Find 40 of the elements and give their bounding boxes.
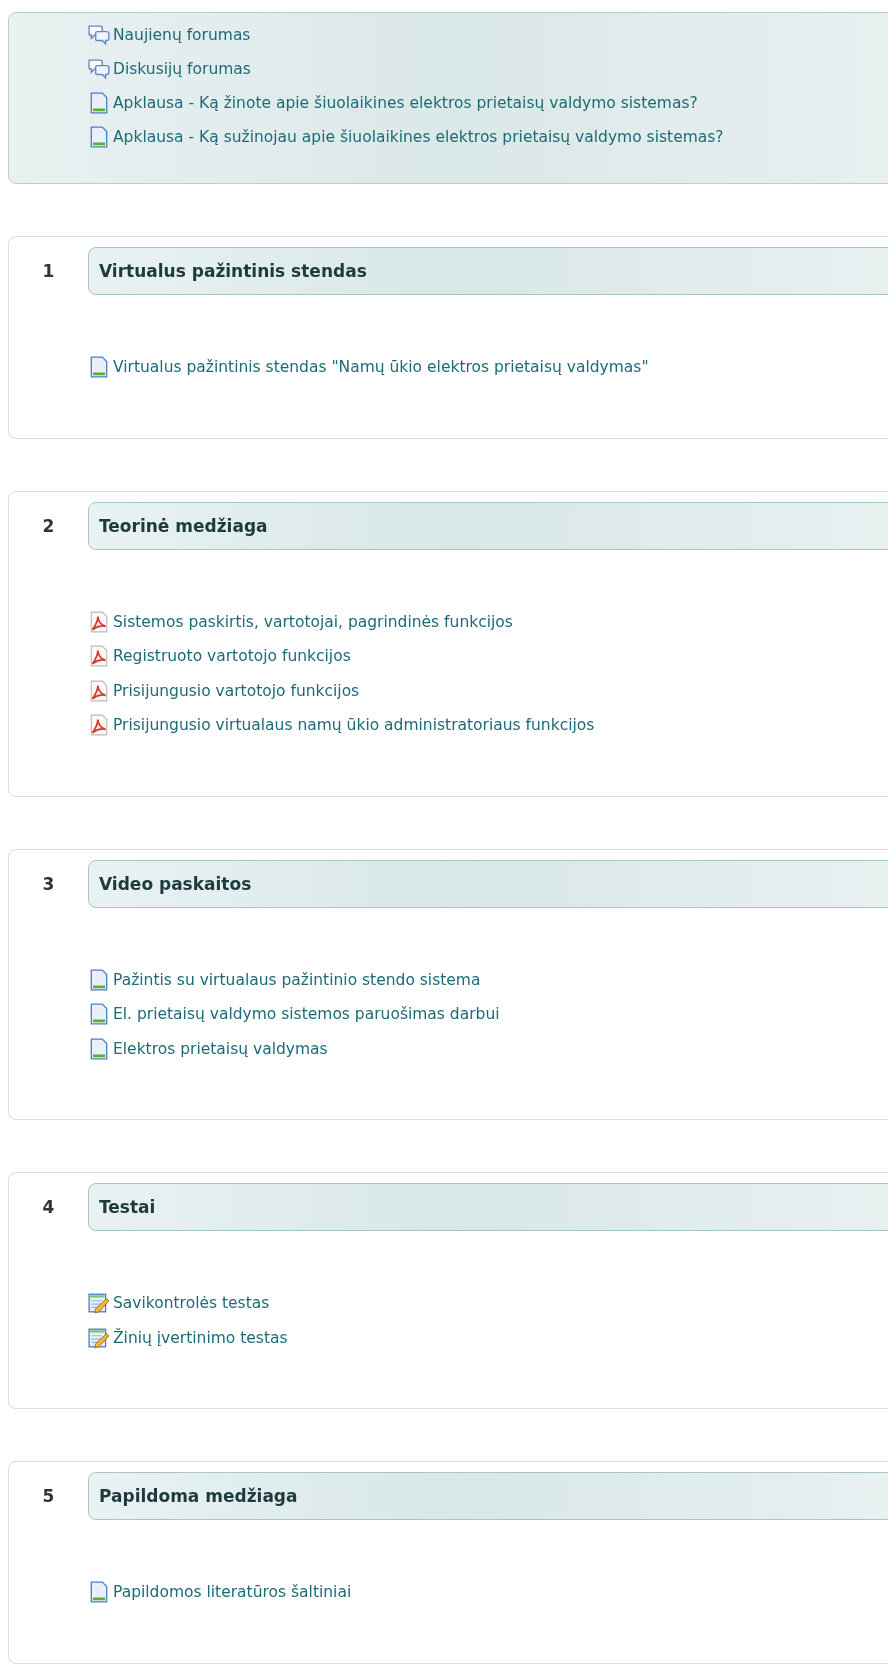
document-icon <box>88 1003 110 1026</box>
pdf-icon <box>88 645 110 668</box>
section-number: 5 <box>42 1486 55 1506</box>
document-icon <box>88 92 110 114</box>
document-icon <box>88 968 110 991</box>
section-title: Video paskaitos <box>99 873 252 894</box>
speech-bubbles-icon <box>88 24 110 46</box>
activity-link[interactable]: Papildomos literatūros šaltiniai <box>113 1583 352 1602</box>
pdf-icon <box>88 679 110 702</box>
activity-link[interactable]: Registruoto vartotojo funkcijos <box>113 647 351 666</box>
section-title: Virtualus pažintinis stendas <box>99 261 367 281</box>
section-title: Teorinė medžiaga <box>99 515 268 536</box>
section-title: Testai <box>99 1197 156 1217</box>
activity-link[interactable]: El. prietaisų valdymo sistemos paruošimas darbui <box>113 1005 500 1024</box>
activity-link[interactable]: Žinių įvertinimo testas <box>113 1328 288 1347</box>
activity-link[interactable]: Sistemos paskirtis, vartotojai, pagrindinės funkcijos <box>113 612 513 631</box>
speech-bubbles-icon <box>88 58 110 80</box>
section-number: 2 <box>42 515 55 536</box>
activity-link[interactable]: Prisijungusio vartotojo funkcijos <box>113 681 360 700</box>
activity-link[interactable]: Pažintis su virtualaus pažintinio stendo sistema <box>113 970 481 989</box>
pdf-icon <box>88 714 110 737</box>
document-icon <box>88 356 110 379</box>
activity-link[interactable]: Diskusijų forumas <box>113 60 251 78</box>
document-icon <box>88 1581 110 1604</box>
section-number: 1 <box>42 261 55 281</box>
activity-link[interactable]: Apklausa - Ką sužinojau apie šiuolaikines elektros prietaisų valdymo sistemas? <box>113 128 724 146</box>
section-title: Papildoma medžiaga <box>99 1486 298 1506</box>
activity-link[interactable]: Apklausa - Ką žinote apie šiuolaikines elektros prietaisų valdymo sistemas? <box>113 94 698 112</box>
pdf-icon <box>88 610 110 633</box>
activity-link[interactable]: Elektros prietaisų valdymas <box>113 1039 328 1058</box>
activity-link[interactable]: Naujienų forumas <box>113 26 251 44</box>
document-icon <box>88 1037 110 1060</box>
pencil-form-icon <box>88 1326 110 1349</box>
activity-link[interactable]: Prisijungusio virtualaus namų ūkio administratoriaus funkcijos <box>113 716 595 735</box>
document-icon <box>88 126 110 148</box>
section-number: 3 <box>42 873 55 894</box>
section-number: 4 <box>42 1197 55 1217</box>
pencil-form-icon <box>88 1292 110 1315</box>
activity-link[interactable]: Savikontrolės testas <box>113 1294 270 1313</box>
activity-link[interactable]: Virtualus pažintinis stendas "Namų ūkio elektros prietaisų valdymas" <box>113 358 649 377</box>
